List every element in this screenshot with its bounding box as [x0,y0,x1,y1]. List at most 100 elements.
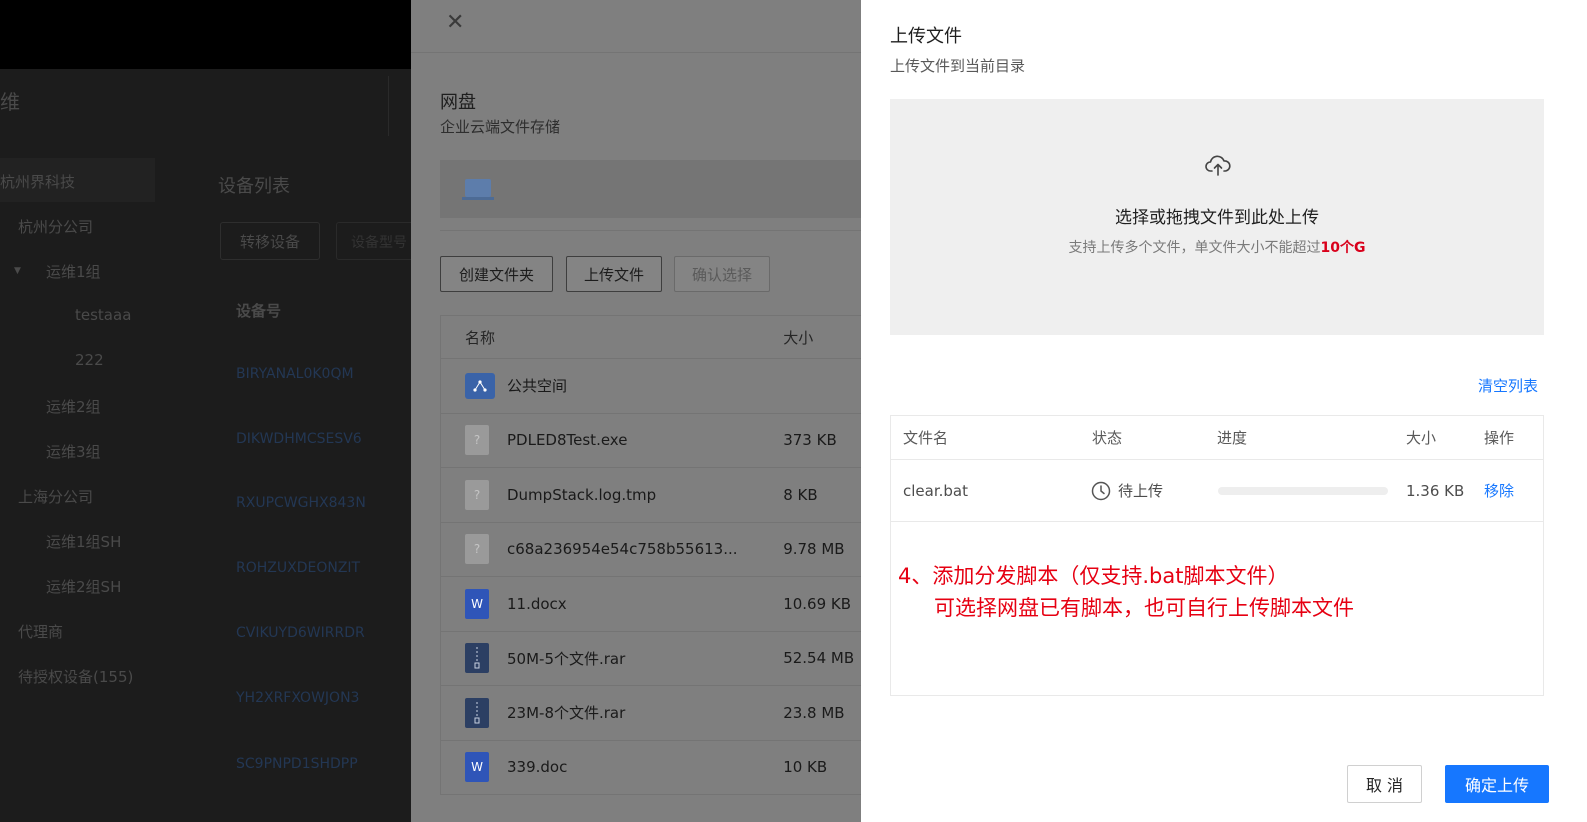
file-name: c68a236954e54c758b55613... [507,540,738,559]
unknown-file-icon: ? [465,534,489,565]
cloud-upload-icon [1205,155,1231,176]
confirm-select-button[interactable]: 确认选择 [674,256,770,292]
caret-down-icon[interactable]: ▼ [14,266,21,276]
upload-status-text: 待上传 [1118,482,1164,500]
table-row[interactable]: W 339.doc 10 KB [440,740,861,795]
zip-file-icon [465,643,489,674]
unknown-file-icon: ? [465,425,489,456]
file-size: 23.8 MB [783,703,845,722]
drive-table-header: 名称 大小 [440,315,861,359]
device-id[interactable]: BIRYANAL0K0QM [236,366,354,382]
dropzone-hint-text: 支持上传多个文件，单文件大小不能超过 [1068,240,1321,256]
close-icon[interactable]: ✕ [446,12,464,34]
computer-icon [465,179,491,197]
background-header-title: 维 [0,90,20,114]
tree-item-ops1[interactable]: 运维1组 [46,261,101,282]
upload-size: 1.36 KB [1406,481,1465,500]
tree-item-pending[interactable]: 待授权设备(155) [18,666,133,687]
clock-icon [1091,481,1111,500]
upload-subtitle: 上传文件到当前目录 [890,57,1026,75]
file-size: 9.78 MB [783,540,845,559]
file-name: PDLED8Test.exe [507,431,628,450]
tree-item-ops2-sh[interactable]: 运维2组SH [46,576,121,597]
upload-progress [1218,460,1388,521]
device-id[interactable]: DIKWDHMCSESV6 [236,431,362,447]
dropzone-size-limit: 10个G [1320,240,1366,256]
column-header-size: 大小 [783,328,814,347]
tree-item-ops1-sh[interactable]: 运维1组SH [46,531,121,552]
unknown-file-icon: ? [465,479,489,510]
tree-item-hangzhou[interactable]: 杭州分公司 [18,216,93,237]
column-header-action: 操作 [1484,429,1515,447]
table-row: clear.bat 待上传 1.36 KB 移除 [891,460,1543,522]
device-id[interactable]: RXUPCWGHX843N [236,495,366,511]
file-name: 50M-5个文件.rar [507,649,626,668]
upload-filename: clear.bat [903,481,968,500]
table-row[interactable]: W 11.docx 10.69 KB [440,577,861,632]
file-size: 10.69 KB [783,594,852,613]
table-row[interactable]: 50M-5个文件.rar 52.54 MB [440,631,861,686]
file-size: 373 KB [783,431,837,450]
upload-title: 上传文件 [890,26,962,47]
computer-icon-base [462,197,494,200]
remove-button[interactable]: 移除 [1484,460,1514,521]
file-size: 52.54 MB [783,649,855,668]
clear-list-link[interactable]: 清空列表 [1478,375,1538,396]
tree-item-222[interactable]: 222 [75,351,104,369]
drive-upload-file-button[interactable]: 上传文件 [566,256,662,292]
file-size: 8 KB [783,485,818,504]
background-app: 维 杭州界科技 杭州分公司 ▼ 运维1组 testaaa 222 运维2组 运维… [0,0,411,822]
tree-item-ops3[interactable]: 运维3组 [46,441,101,462]
drive-header-divider [411,52,861,53]
upload-table-header: 文件名 状态 进度 大小 操作 [891,416,1543,460]
column-header-progress: 进度 [1217,429,1248,447]
transfer-device-button[interactable]: 转移设备 [220,222,320,260]
device-id[interactable]: CVIKUYD6WIRRDR [236,625,365,641]
file-name: 23M-8个文件.rar [507,704,626,723]
device-list-title: 设备列表 [218,176,290,197]
drive-file-table: 名称 大小 公共空间 ? PDLED8Test.exe 373 KB ? Dum… [440,315,861,795]
tree-item-shanghai[interactable]: 上海分公司 [18,486,93,507]
device-model-filter[interactable]: 设备型号 [336,222,411,260]
file-name: 公共空间 [507,377,568,396]
tree-item-agent[interactable]: 代理商 [18,621,63,642]
dropzone-instruction: 选择或拖拽文件到此处上传 [1115,208,1319,228]
column-header-device-no: 设备号 [236,302,282,320]
folder-icon [465,372,495,399]
column-header-filename: 文件名 [903,429,949,447]
device-id[interactable]: YH2XRFXOWJON3 [236,690,359,706]
file-size: 10 KB [783,758,828,777]
upload-status: 待上传 [1091,460,1163,521]
drive-divider [440,230,861,231]
dropzone-hint: 支持上传多个文件，单文件大小不能超过10个G [890,237,1544,257]
file-name: DumpStack.log.tmp [507,485,657,504]
table-row[interactable]: ? PDLED8Test.exe 373 KB [440,413,861,468]
create-folder-button[interactable]: 创建文件夹 [440,256,553,292]
tree-item-testaaa[interactable]: testaaa [75,306,131,324]
drive-subtitle: 企业云端文件存储 [440,118,561,136]
device-id[interactable]: ROHZUXDEONZIT [236,560,360,576]
annotation-line-2: 可选择网盘已有脚本，也可自行上传脚本文件 [934,596,1354,620]
word-file-icon: W [465,752,489,783]
table-row[interactable]: ? c68a236954e54c758b55613... 9.78 MB [440,522,861,577]
table-row[interactable]: ? DumpStack.log.tmp 8 KB [440,468,861,523]
file-name: 11.docx [507,594,567,613]
drive-breadcrumb-banner [440,160,861,218]
cancel-button[interactable]: 取 消 [1347,765,1422,803]
column-header-size: 大小 [1406,429,1437,447]
table-row[interactable]: 23M-8个文件.rar 23.8 MB [440,686,861,741]
device-id[interactable]: SC9PNPD1SHDPP [236,756,358,772]
upload-file-table: 文件名 状态 进度 大小 操作 clear.bat 待上传 1.36 KB 移除 [890,415,1544,696]
confirm-upload-button[interactable]: 确定上传 [1445,765,1549,803]
word-file-icon: W [465,588,489,619]
table-row[interactable]: 公共空间 [440,359,861,414]
tutorial-annotation: 4、添加分发脚本（仅支持.bat脚本文件） 可选择网盘已有脚本，也可自行上传脚本… [898,560,1354,624]
tree-item-root[interactable]: 杭州界科技 [0,171,75,192]
zip-file-icon [465,697,489,728]
drive-title: 网盘 [440,92,476,113]
file-name: 339.doc [507,758,568,777]
background-header-divider [388,76,389,136]
column-header-name: 名称 [465,328,496,347]
tree-item-ops2[interactable]: 运维2组 [46,396,101,417]
progress-bar [1218,486,1388,495]
